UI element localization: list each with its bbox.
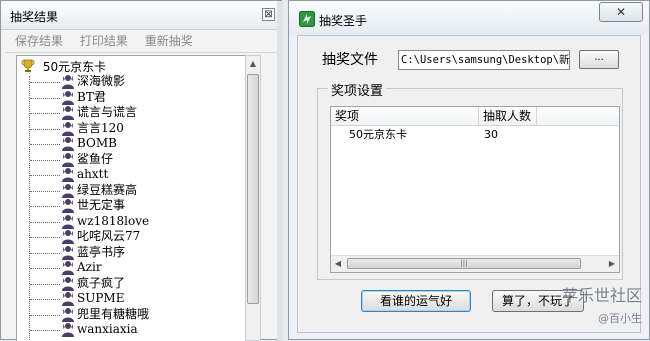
window-border <box>277 1 283 341</box>
tree-connector <box>30 190 60 192</box>
scroll-up-icon[interactable]: ▲ <box>246 56 260 72</box>
user-icon <box>61 276 75 291</box>
tree-item-label: 绿豆糕赛高 <box>77 182 138 197</box>
trophy-icon <box>21 59 35 72</box>
tree-connector <box>30 175 60 176</box>
result-window-titlebar[interactable]: 抽奖结果 ⊠ <box>1 1 281 30</box>
user-icon <box>61 229 75 244</box>
tree-connector <box>30 82 60 83</box>
column-header-count[interactable]: 抽取人数 <box>479 107 537 125</box>
close-icon[interactable]: ✕ <box>599 2 643 22</box>
draw-button[interactable]: 看谁的运气好 <box>361 290 471 312</box>
close-icon[interactable]: ⊠ <box>262 8 275 21</box>
menu-divider <box>5 52 277 53</box>
tree-item-label: 疯子疯了 <box>77 275 126 290</box>
scroll-right-icon[interactable]: ▶ <box>605 256 619 272</box>
tree-item-label: 言言120 <box>77 120 124 135</box>
menu-redraw[interactable]: 重新抽奖 <box>145 32 193 49</box>
tree-item-label: 叱咤风云77 <box>77 229 141 243</box>
user-icon <box>61 307 75 322</box>
tree-connector <box>30 268 60 269</box>
tree-connector <box>30 314 60 316</box>
file-path-field[interactable]: C:\Users\samsung\Desktop\新建 <box>398 50 570 70</box>
table-row[interactable]: 50元京东卡 30 <box>331 126 619 143</box>
scroll-left-icon[interactable]: ◀ <box>331 256 345 272</box>
user-icon <box>61 136 75 151</box>
prize-table[interactable]: 奖项 抽取人数 50元京东卡 30 ◀ ||| ▶ <box>330 106 620 273</box>
menu-print-results[interactable]: 打印结果 <box>80 32 128 49</box>
result-window-title: 抽奖结果 <box>10 10 59 24</box>
tree-root-label: 50元京东卡 <box>42 60 107 74</box>
tree-item-label: 深海微影 <box>77 74 126 88</box>
user-icon <box>61 152 75 167</box>
tree-connector <box>30 237 60 238</box>
lottery-window-titlebar[interactable]: 抽奖圣手 ✕ <box>289 1 649 35</box>
menu-save-results[interactable]: 保存结果 <box>15 32 63 49</box>
tree-connector <box>30 159 60 161</box>
tree-connector <box>30 206 60 207</box>
prize-settings-label: 奖项设置 <box>328 80 387 99</box>
tree-connector <box>30 299 60 300</box>
tree-item-label: Azir <box>77 260 102 274</box>
user-icon <box>61 198 75 213</box>
user-icon <box>61 322 75 337</box>
user-icon <box>61 167 75 182</box>
prize-table-header: 奖项 抽取人数 <box>331 107 619 126</box>
tree-connector <box>30 144 60 145</box>
result-menubar: 保存结果 打印结果 重新抽奖 <box>15 32 206 50</box>
user-icon <box>61 90 75 105</box>
result-tree[interactable]: 50元京东卡 深海微影 BT君 谎言与谎言 言言120 BOMB 鲨鱼仔 ahxtt 绿豆糕赛… <box>16 55 261 341</box>
tree-item-label: 鲨鱼仔 <box>77 151 114 166</box>
tree-connector <box>30 97 60 99</box>
tree-item-label: SUPME <box>77 291 125 305</box>
tree-connector <box>30 113 60 114</box>
scrollbar-thumb[interactable] <box>247 74 259 304</box>
user-icon <box>61 74 75 89</box>
user-icon <box>61 183 75 198</box>
tree-item-label: 兜里有糖糖哦 <box>77 306 150 321</box>
result-window: 抽奖结果 ⊠ 保存结果 打印结果 重新抽奖 50元京东卡 深海微影 BT君 谎言与谎… <box>0 0 283 341</box>
browse-button[interactable]: ... <box>579 50 619 69</box>
tree-item-label: ahxtt <box>77 167 109 181</box>
user-icon <box>61 260 75 275</box>
tree-connector <box>29 76 30 341</box>
watermark-author: @百小生 <box>598 312 642 325</box>
prize-count-cell: 30 <box>484 128 498 141</box>
user-icon <box>61 214 75 229</box>
tree-connector <box>30 330 60 331</box>
tree-item-label: BOMB <box>77 136 117 150</box>
column-header-prize[interactable]: 奖项 <box>331 107 479 125</box>
tree-connector <box>30 128 60 130</box>
lottery-window-title: 抽奖圣手 <box>319 14 368 28</box>
app-icon <box>299 11 315 27</box>
tree-root[interactable]: 50元京东卡 <box>21 58 106 74</box>
user-icon <box>61 245 75 260</box>
tree-connector <box>30 283 60 285</box>
result-tree-scrollbar[interactable]: ▲ <box>245 55 261 341</box>
tree-item-label: wanxiaxia <box>77 322 138 336</box>
user-icon <box>61 105 75 120</box>
watermark-logo: 苹乐世社区 <box>561 286 642 305</box>
tree-item-label: 蓝亭书序 <box>77 244 126 259</box>
tree-item-label: 谎言与谎言 <box>77 105 138 119</box>
prize-table-hscrollbar[interactable]: ◀ ||| ▶ <box>331 255 619 272</box>
tree-item-label: BT君 <box>77 89 106 104</box>
prize-name-cell: 50元京东卡 <box>349 128 407 141</box>
file-label: 抽奖文件 <box>322 52 378 68</box>
user-icon <box>61 291 75 306</box>
scrollbar-thumb[interactable]: ||| <box>347 258 581 269</box>
tree-item-label: 世无定事 <box>77 198 126 212</box>
tree-connector <box>30 252 60 254</box>
tree-connector <box>30 221 60 223</box>
tree-item-label: wz1818love <box>77 213 150 228</box>
user-icon <box>61 121 75 136</box>
